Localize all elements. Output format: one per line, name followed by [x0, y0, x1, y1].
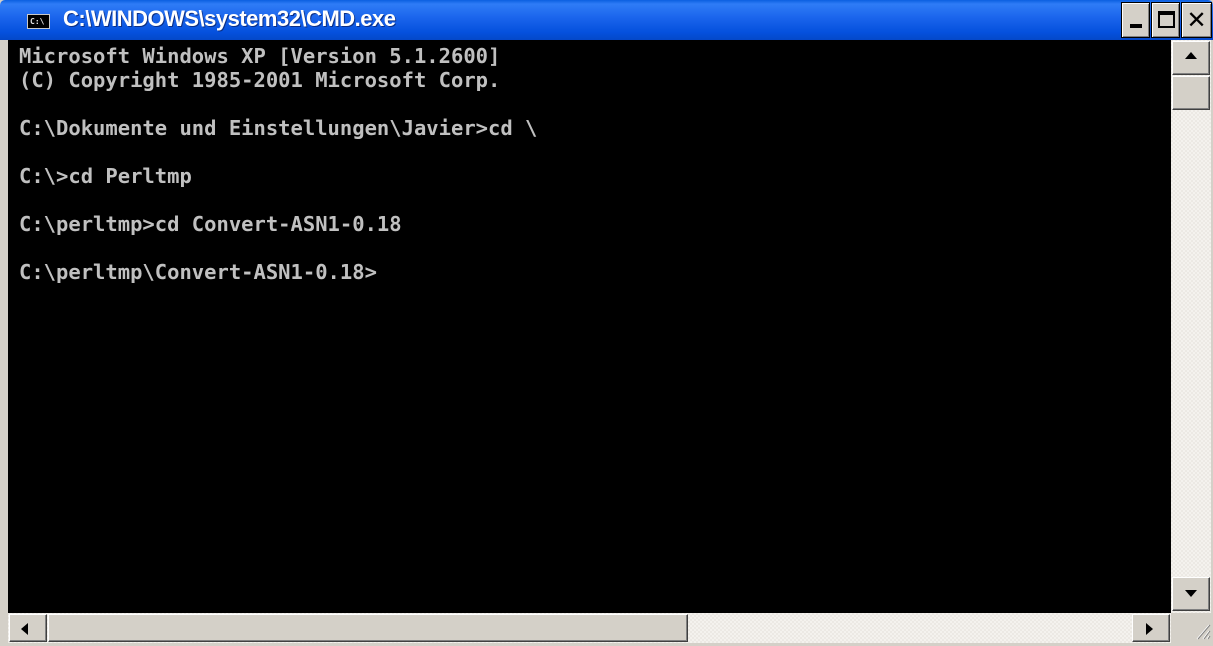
scroll-left-button[interactable]	[9, 614, 47, 642]
resize-grip-icon	[1196, 624, 1211, 640]
console-line: (C) Copyright 1985-2001 Microsoft Corp.	[19, 68, 501, 92]
arrow-up-icon	[1185, 52, 1197, 59]
close-button[interactable]: ✕	[1181, 2, 1212, 38]
size-grip[interactable]	[1171, 613, 1211, 643]
console-line: C:\perltmp>cd Convert-ASN1-0.18	[19, 212, 402, 236]
close-icon: ✕	[1186, 6, 1207, 34]
horizontal-scroll-thumb[interactable]	[48, 614, 688, 642]
title-bar[interactable]: C:\ C:\WINDOWS\system32\CMD.exe ✕	[0, 0, 1213, 40]
arrow-left-icon	[21, 623, 28, 635]
arrow-down-icon	[1185, 590, 1197, 597]
cmd-icon[interactable]: C:\	[27, 14, 50, 29]
scroll-right-button[interactable]	[1132, 614, 1170, 642]
scroll-down-button[interactable]	[1172, 577, 1210, 611]
minimize-icon	[1130, 24, 1142, 28]
cmd-window: C:\ C:\WINDOWS\system32\CMD.exe ✕ Micros…	[0, 0, 1213, 646]
window-title: C:\WINDOWS\system32\CMD.exe	[63, 6, 396, 31]
console-output[interactable]: Microsoft Windows XP [Version 5.1.2600] …	[8, 40, 1171, 613]
maximize-button[interactable]	[1151, 2, 1180, 38]
vertical-scrollbar[interactable]	[1171, 40, 1211, 613]
console-line: C:\>cd Perltmp	[19, 164, 192, 188]
scroll-up-button[interactable]	[1172, 41, 1210, 75]
console-line: Microsoft Windows XP [Version 5.1.2600]	[19, 44, 501, 68]
console-line: C:\Dokumente und Einstellungen\Javier>cd…	[19, 116, 538, 140]
maximize-icon	[1158, 11, 1175, 28]
horizontal-scrollbar[interactable]	[8, 613, 1171, 643]
vertical-scroll-thumb[interactable]	[1172, 76, 1210, 110]
minimize-button[interactable]	[1121, 2, 1150, 38]
arrow-right-icon	[1146, 623, 1153, 635]
console-prompt-line: C:\perltmp\Convert-ASN1-0.18>	[19, 260, 377, 284]
